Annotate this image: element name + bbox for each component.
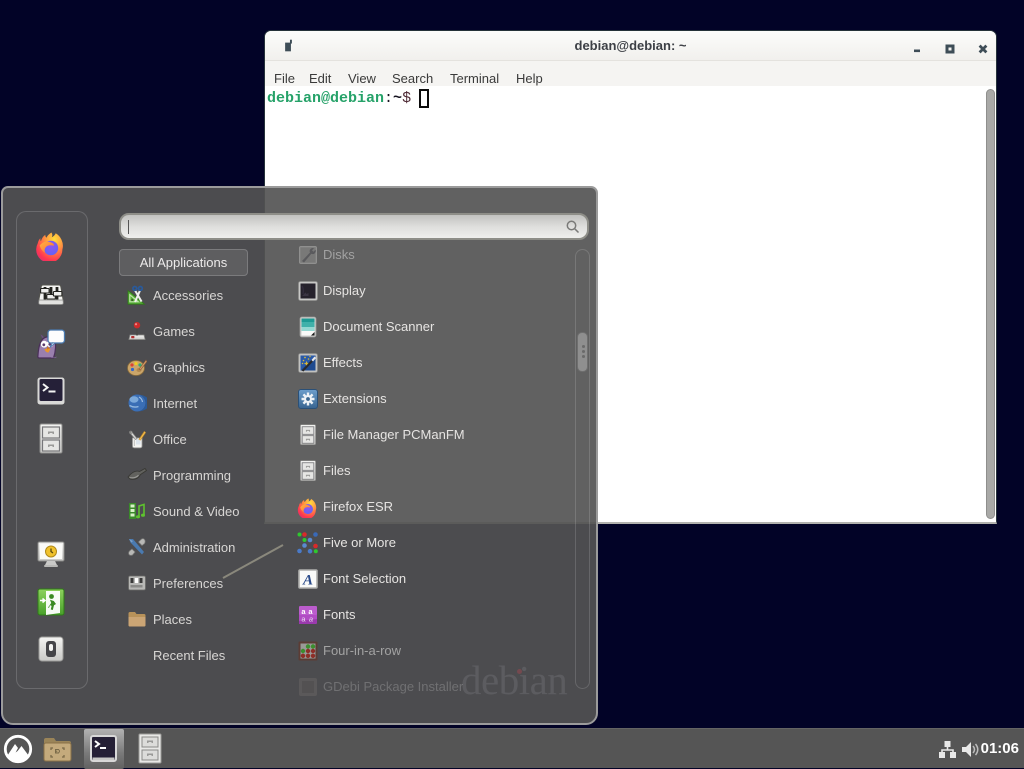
svg-text:A: A — [302, 573, 313, 589]
svg-text:a: a — [309, 615, 313, 624]
